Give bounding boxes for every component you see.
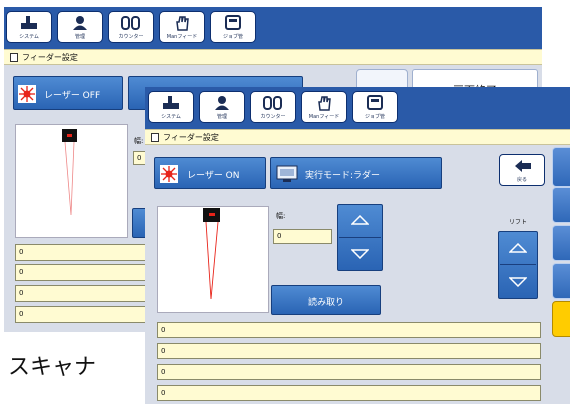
counter-label: カウンター [260, 114, 286, 120]
triangle-up-icon [509, 243, 527, 253]
arrow-left-icon [515, 160, 531, 172]
hand-icon [318, 96, 331, 111]
counter-icon [263, 96, 282, 110]
width-value: 0 [137, 154, 142, 162]
side-tab-3[interactable] [552, 225, 570, 261]
list-field-1-value: 0 [19, 248, 24, 256]
system-icon [21, 16, 37, 29]
laser-beam-graphic [62, 129, 77, 216]
manage-label: 管理 [74, 34, 85, 40]
foreground-window: システム 管理 カウンター Manフィード ジョブ管 フィーダー設定 レーザー … [145, 87, 570, 404]
list-field-2-value: 0 [19, 268, 24, 276]
list-field-4[interactable]: 0 [15, 306, 165, 323]
side-tab-2[interactable] [552, 187, 570, 223]
read-button[interactable]: 読み取り [271, 285, 381, 315]
list-field-4-value: 0 [161, 389, 166, 397]
manual-feed-label: Manフィード [308, 114, 340, 120]
width-label: 幅: [134, 137, 144, 145]
list-field-2[interactable]: 0 [15, 264, 165, 281]
list-field-4-value: 0 [19, 310, 24, 318]
document-icon [367, 95, 383, 110]
back-button[interactable]: 戻る [499, 154, 545, 186]
hand-icon [176, 16, 189, 31]
side-tab-4[interactable] [552, 263, 570, 299]
read-button-label: 読み取り [307, 298, 344, 308]
laser-icon [18, 85, 36, 103]
laser-icon [160, 165, 178, 183]
laser-beam-graphic [203, 208, 220, 300]
counter-button[interactable]: カウンター [250, 91, 296, 123]
screen-icon [276, 165, 298, 182]
mode-button[interactable]: 実行モード:ラダー [270, 157, 442, 189]
person-icon [215, 96, 229, 110]
triangle-down-icon [509, 277, 527, 287]
system-label: システム [19, 34, 39, 40]
window-icon [151, 133, 159, 142]
job-manage-button[interactable]: ジョブ管 [352, 91, 398, 123]
lift-down-button[interactable] [498, 265, 538, 299]
window-title: フィーダー設定 [163, 133, 219, 142]
list-field-4[interactable]: 0 [157, 385, 541, 401]
back-label: 戻る [516, 177, 527, 183]
counter-icon [121, 16, 140, 30]
width-label: 幅: [276, 212, 286, 220]
triangle-up-icon [351, 215, 369, 225]
laser-off-button[interactable]: レーザー OFF [13, 76, 123, 110]
job-manage-label: ジョブ管 [222, 34, 243, 40]
window-icon [10, 53, 18, 62]
manage-button[interactable]: 管理 [57, 11, 103, 43]
system-button[interactable]: システム [148, 91, 194, 123]
manage-label: 管理 [216, 114, 227, 120]
laser-button-label: レーザー ON [187, 171, 240, 181]
window-title: フィーダー設定 [22, 53, 78, 62]
manual-feed-button[interactable]: Manフィード [301, 91, 347, 123]
list-field-3[interactable]: 0 [157, 364, 541, 380]
side-tab-1[interactable] [552, 147, 570, 187]
lift-label: リフト [509, 219, 528, 226]
list-field-1-value: 0 [161, 326, 166, 334]
counter-button[interactable]: カウンター [108, 11, 154, 43]
scanner-caption: スキャナ [8, 355, 97, 380]
width-input[interactable]: 0 [273, 229, 332, 244]
stepper-divider [339, 237, 381, 238]
width-value: 0 [277, 232, 282, 240]
width-down-button[interactable] [337, 238, 383, 271]
laser-button-label: レーザー OFF [44, 91, 101, 101]
triangle-down-icon [351, 249, 369, 259]
lift-stepper-divider [500, 264, 536, 265]
list-field-3-value: 0 [161, 368, 166, 376]
scanner-view [157, 206, 269, 313]
manual-feed-label: Manフィード [166, 34, 198, 40]
list-field-2[interactable]: 0 [157, 343, 541, 359]
counter-label: カウンター [118, 34, 144, 40]
scanner-view [15, 124, 128, 238]
lift-up-button[interactable] [498, 231, 538, 264]
job-manage-button[interactable]: ジョブ管 [210, 11, 256, 43]
manage-button[interactable]: 管理 [199, 91, 245, 123]
window-title-bar: フィーダー設定 [4, 49, 542, 65]
system-button[interactable]: システム [6, 11, 52, 43]
list-field-1[interactable]: 0 [15, 244, 165, 261]
manual-feed-button[interactable]: Manフィード [159, 11, 205, 43]
window-title-bar: フィーダー設定 [145, 129, 570, 145]
side-tab-active[interactable] [552, 301, 570, 337]
width-up-button[interactable] [337, 204, 383, 237]
list-field-3-value: 0 [19, 289, 24, 297]
job-manage-label: ジョブ管 [364, 114, 385, 120]
document-icon [225, 15, 241, 30]
list-field-2-value: 0 [161, 347, 166, 355]
list-field-1[interactable]: 0 [157, 322, 541, 338]
mode-button-label: 実行モード:ラダー [305, 171, 381, 181]
system-icon [163, 96, 179, 109]
system-label: システム [161, 114, 181, 120]
laser-on-button[interactable]: レーザー ON [154, 157, 266, 189]
list-field-3[interactable]: 0 [15, 285, 165, 302]
person-icon [73, 16, 87, 30]
